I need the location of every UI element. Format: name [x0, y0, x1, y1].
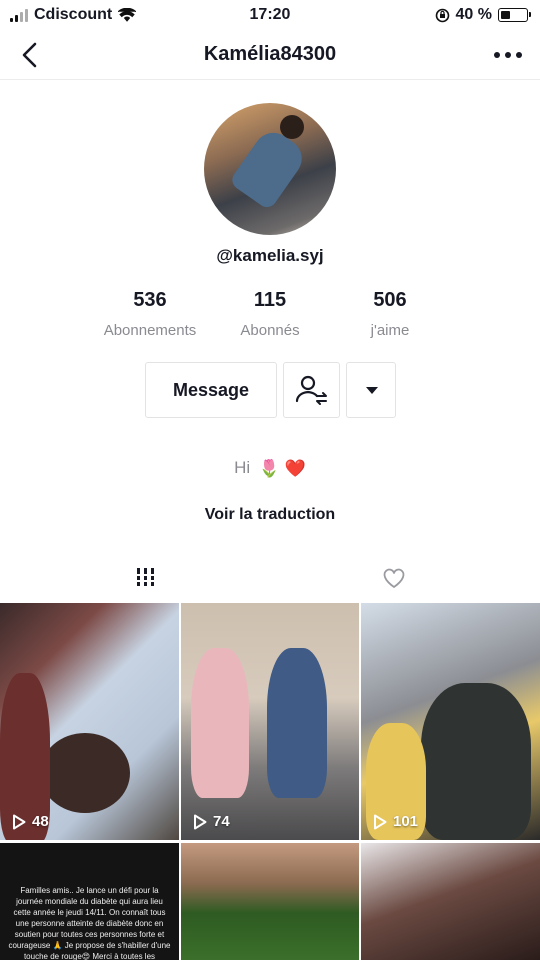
following-count: 536	[133, 289, 167, 311]
battery-percent: 40 %	[455, 6, 492, 23]
profile-handle: @kamelia.syj	[216, 246, 324, 265]
profile-header: Kamélia84300	[0, 30, 540, 80]
video-thumbnail[interactable]: 101	[361, 603, 540, 840]
grid-icon	[135, 568, 156, 586]
heart-outline-icon	[383, 568, 405, 588]
play-icon	[374, 814, 387, 829]
video-grid: 48 74 101 Familles amis.. Je lance un dé…	[0, 603, 540, 960]
stat-following[interactable]: 536 Abonnements	[80, 289, 220, 339]
play-count: 48	[12, 813, 49, 830]
avatar[interactable]	[204, 103, 336, 235]
tab-liked[interactable]	[260, 558, 530, 600]
page-title: Kamélia84300	[203, 43, 337, 65]
video-thumbnail[interactable]	[181, 843, 359, 960]
play-count: 74	[193, 813, 230, 830]
battery-icon	[498, 8, 531, 22]
bio-text: Hi	[234, 458, 251, 477]
stat-likes: 506 j'aime	[320, 289, 460, 339]
stat-followers[interactable]: 115 Abonnés	[200, 289, 340, 339]
profile-stats: 536 Abonnements 115 Abonnés 506 j'aime	[0, 289, 540, 349]
bio-emojis: 🌷 ❤️	[258, 458, 306, 478]
status-bar: Cdiscount 17:20 40 %	[0, 0, 540, 30]
battery-info: 40 %	[435, 6, 531, 24]
following-label: Abonnements	[103, 322, 197, 339]
play-icon	[13, 814, 26, 829]
video-thumbnail[interactable]: 48	[0, 603, 179, 840]
play-icon	[194, 814, 207, 829]
likes-label: j'aime	[370, 322, 410, 339]
follow-status-button[interactable]	[283, 362, 340, 418]
video-thumbnail[interactable]: 74	[181, 603, 359, 840]
likes-count: 506	[373, 289, 407, 311]
message-button[interactable]: Message	[145, 362, 277, 418]
play-count: 101	[373, 813, 418, 830]
followers-label: Abonnés	[240, 322, 300, 339]
orientation-lock-icon	[435, 8, 449, 22]
followers-count: 115	[253, 289, 287, 311]
profile-bio: Hi 🌷 ❤️	[0, 458, 540, 479]
caret-down-icon	[366, 387, 378, 394]
video-thumbnail[interactable]	[361, 843, 540, 960]
more-options-icon[interactable]	[490, 40, 526, 70]
translate-link[interactable]: Voir la traduction	[0, 506, 540, 524]
user-swap-icon	[295, 375, 327, 405]
suggestions-dropdown-button[interactable]	[346, 362, 396, 418]
video-thumbnail[interactable]: Familles amis.. Je lance un défi pour la…	[0, 843, 179, 960]
video-text-preview: Familles amis.. Je lance un défi pour la…	[8, 886, 171, 960]
content-tabs	[0, 558, 540, 600]
tab-videos[interactable]	[10, 558, 280, 600]
